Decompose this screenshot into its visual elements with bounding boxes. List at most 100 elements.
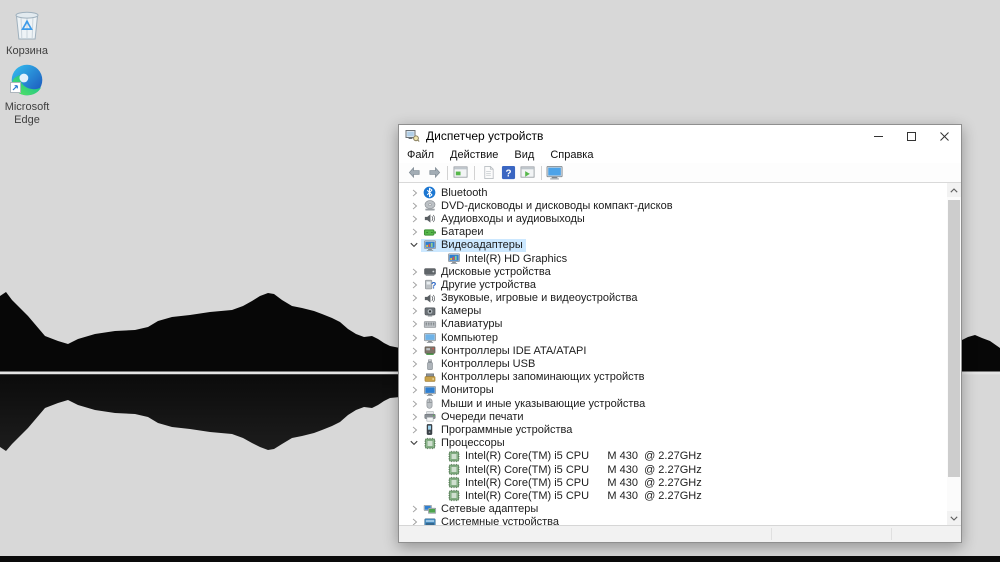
tree-item[interactable]: Батареи bbox=[399, 226, 947, 239]
tree-item[interactable]: Видеоадаптеры bbox=[399, 238, 947, 252]
tree-item-label: Сетевые адаптеры bbox=[441, 503, 539, 516]
camera-icon bbox=[422, 305, 437, 318]
tree-item[interactable]: Звуковые, игровые и видеоустройства bbox=[399, 292, 947, 305]
chevron-right-icon[interactable] bbox=[407, 371, 421, 383]
menu-action[interactable]: Действие bbox=[442, 149, 506, 161]
close-button[interactable] bbox=[928, 125, 961, 147]
chevron-down-icon[interactable] bbox=[407, 437, 421, 449]
chevron-right-icon[interactable] bbox=[407, 279, 421, 291]
chevron-right-icon[interactable] bbox=[407, 187, 421, 199]
tree-item[interactable]: Intel(R) Core(TM) i5 CPU M 430 @ 2.27GHz bbox=[399, 463, 947, 476]
chevron-right-icon[interactable] bbox=[407, 200, 421, 212]
tree-item[interactable]: Контроллеры IDE ATA/ATAPI bbox=[399, 344, 947, 357]
chevron-right-icon[interactable] bbox=[407, 292, 421, 304]
tree-item-label: Intel(R) Core(TM) i5 CPU M 430 @ 2.27GHz bbox=[465, 450, 702, 463]
chevron-right-icon[interactable] bbox=[407, 358, 421, 370]
status-divider bbox=[771, 528, 772, 540]
minimize-button[interactable] bbox=[862, 125, 895, 147]
tree-item[interactable]: Компьютер bbox=[399, 331, 947, 344]
chevron-right-icon[interactable] bbox=[407, 318, 421, 330]
monitor-icon bbox=[422, 384, 437, 397]
help-icon[interactable]: ? bbox=[498, 164, 518, 182]
chevron-right-icon[interactable] bbox=[407, 424, 421, 436]
tree-item[interactable]: Контроллеры USB bbox=[399, 357, 947, 370]
display-adapter-icon bbox=[446, 252, 461, 265]
properties-icon[interactable] bbox=[478, 164, 498, 182]
menu-view[interactable]: Вид bbox=[506, 149, 542, 161]
scrollbar-track[interactable] bbox=[947, 197, 961, 511]
tree-item-label: Intel(R) Core(TM) i5 CPU M 430 @ 2.27GHz bbox=[465, 476, 702, 489]
maximize-button[interactable] bbox=[895, 125, 928, 147]
cpu-icon bbox=[446, 450, 461, 463]
keyboard-icon bbox=[422, 318, 437, 331]
network-adapter-icon bbox=[422, 503, 437, 516]
disk-drive-icon bbox=[422, 265, 437, 278]
tree-item[interactable]: DVD-дисководы и дисководы компакт-дисков bbox=[399, 199, 947, 212]
cpu-icon bbox=[446, 463, 461, 476]
menu-help[interactable]: Справка bbox=[542, 149, 601, 161]
back-arrow-icon[interactable] bbox=[404, 164, 424, 182]
unknown-device-icon: ? bbox=[422, 278, 437, 291]
tree-item[interactable]: Мыши и иные указывающие устройства bbox=[399, 397, 947, 410]
tree-item-label: Контроллеры USB bbox=[441, 358, 536, 371]
tree-item-label: Компьютер bbox=[441, 331, 498, 344]
tree-item-label: Клавиатуры bbox=[441, 318, 503, 331]
scrollbar-thumb[interactable] bbox=[948, 200, 960, 477]
tree-item[interactable]: Сетевые адаптеры bbox=[399, 503, 947, 516]
forward-arrow-icon[interactable] bbox=[424, 164, 444, 182]
tree-item[interactable]: Дисковые устройства bbox=[399, 265, 947, 278]
chevron-right-icon[interactable] bbox=[407, 398, 421, 410]
tree-item-label: Контроллеры IDE ATA/ATAPI bbox=[441, 344, 587, 357]
chevron-right-icon[interactable] bbox=[407, 332, 421, 344]
scroll-down-icon[interactable] bbox=[947, 511, 961, 525]
vertical-scrollbar[interactable] bbox=[947, 183, 961, 525]
tree-item[interactable]: Процессоры bbox=[399, 437, 947, 450]
toolbar-separator bbox=[447, 165, 448, 180]
tree-item-label: Звуковые, игровые и видеоустройства bbox=[441, 292, 638, 305]
tree-item[interactable]: Bluetooth bbox=[399, 186, 947, 199]
desktop-icon-label: Microsoft Edge bbox=[4, 101, 50, 126]
show-window-icon[interactable] bbox=[518, 164, 538, 182]
scan-hardware-changes-icon[interactable] bbox=[545, 164, 565, 182]
tree-item-label: Мыши и иные указывающие устройства bbox=[441, 397, 646, 410]
desktop-icon-edge[interactable]: Microsoft Edge bbox=[0, 62, 59, 126]
tree-item[interactable]: Программные устройства bbox=[399, 423, 947, 436]
tree-item-label: Intel(R) Core(TM) i5 CPU M 430 @ 2.27GHz bbox=[465, 489, 702, 502]
menu-file[interactable]: Файл bbox=[399, 149, 442, 161]
chevron-right-icon[interactable] bbox=[407, 345, 421, 357]
chevron-right-icon[interactable] bbox=[407, 411, 421, 423]
tree-item[interactable]: Intel(R) Core(TM) i5 CPU M 430 @ 2.27GHz bbox=[399, 450, 947, 463]
tree-item[interactable]: Intel(R) Core(TM) i5 CPU M 430 @ 2.27GHz bbox=[399, 489, 947, 502]
chevron-right-icon[interactable] bbox=[407, 213, 421, 225]
software-device-icon bbox=[422, 423, 437, 436]
tree-item[interactable]: Клавиатуры bbox=[399, 318, 947, 331]
tree-item[interactable]: Intel(R) HD Graphics bbox=[399, 252, 947, 265]
tree-item[interactable]: Аудиовходы и аудиовыходы bbox=[399, 212, 947, 225]
menu-bar: Файл Действие Вид Справка bbox=[399, 147, 961, 163]
chevron-right-icon[interactable] bbox=[407, 226, 421, 238]
desktop-icon-label: Корзина bbox=[6, 45, 48, 57]
title-bar[interactable]: Диспетчер устройств bbox=[399, 125, 961, 147]
tree-item[interactable]: Системные устройства bbox=[399, 516, 947, 525]
tree-item[interactable]: ? Другие устройства bbox=[399, 278, 947, 291]
chevron-right-icon[interactable] bbox=[407, 384, 421, 396]
tree-item[interactable]: Мониторы bbox=[399, 384, 947, 397]
window-title: Диспетчер устройств bbox=[426, 129, 544, 143]
chevron-right-icon[interactable] bbox=[407, 305, 421, 317]
system-device-icon bbox=[422, 516, 437, 525]
chevron-right-icon[interactable] bbox=[407, 266, 421, 278]
ide-controller-icon bbox=[422, 344, 437, 357]
tree-item[interactable]: Очереди печати bbox=[399, 410, 947, 423]
show-console-tree-icon[interactable] bbox=[451, 164, 471, 182]
scroll-up-icon[interactable] bbox=[947, 183, 961, 197]
tree-item[interactable]: Контроллеры запоминающих устройств bbox=[399, 371, 947, 384]
chevron-down-icon[interactable] bbox=[407, 239, 421, 251]
audio-device-icon bbox=[422, 292, 437, 305]
tree-item[interactable]: Intel(R) Core(TM) i5 CPU M 430 @ 2.27GHz bbox=[399, 476, 947, 489]
chevron-right-icon[interactable] bbox=[407, 503, 421, 515]
chevron-right-icon[interactable] bbox=[407, 516, 421, 525]
tree-item[interactable]: Камеры bbox=[399, 305, 947, 318]
desktop-icon-recycle-bin[interactable]: Корзина bbox=[0, 6, 59, 58]
